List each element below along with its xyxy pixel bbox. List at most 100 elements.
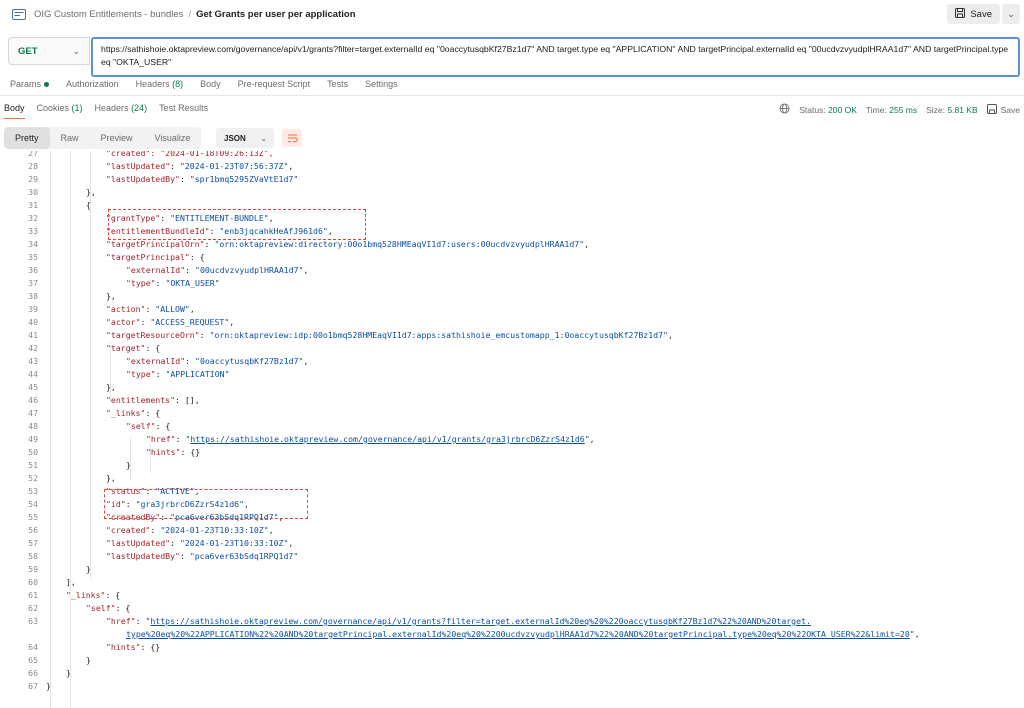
code-text: } xyxy=(46,680,51,693)
code-token: "externalId" xyxy=(126,356,186,366)
line-number: 47 xyxy=(28,408,38,418)
response-tab-headers[interactable]: Headers (24) xyxy=(95,103,148,113)
code-token: "APPLICATION" xyxy=(165,369,230,379)
code-text: } xyxy=(66,667,71,680)
tab-tests[interactable]: Tests xyxy=(327,79,348,93)
code-token: : { xyxy=(145,343,161,353)
code-link[interactable]: https://sathishoie.oktapreview.com/gover… xyxy=(190,434,584,444)
code-token: : { xyxy=(189,252,205,262)
code-token: : xyxy=(179,551,190,561)
code-line: 45}, xyxy=(0,381,1024,394)
save-options-chevron-icon[interactable]: ⌄ xyxy=(1002,4,1020,24)
code-line: 42 "target": { xyxy=(0,342,1024,355)
time-value[interactable]: 255 ms xyxy=(889,105,917,115)
tab-count: (8) xyxy=(169,79,184,89)
code-token: "type" xyxy=(126,278,156,288)
url-input[interactable]: https://sathishoie.oktapreview.com/gover… xyxy=(91,37,1020,77)
code-text: "action": "ALLOW", xyxy=(106,303,195,316)
code-token: "created" xyxy=(106,525,151,535)
code-token: : xyxy=(135,616,146,626)
code-token: : xyxy=(140,317,151,327)
line-number: 49 xyxy=(28,434,38,444)
code-token: , xyxy=(229,317,235,327)
tab-headers[interactable]: Headers (8) xyxy=(136,79,184,93)
size-label: Size: xyxy=(926,104,945,115)
params-indicator-dot xyxy=(44,82,50,88)
request-title[interactable]: Get Grants per user per application xyxy=(196,9,355,20)
code-token: "2024-01-23T10:33:10Z" xyxy=(179,538,289,548)
response-tab-test-results[interactable]: Test Results xyxy=(159,103,208,113)
save-response-button[interactable]: Save xyxy=(986,103,1020,116)
status-value[interactable]: 200 OK xyxy=(828,105,857,115)
code-token: "lastUpdatedBy" xyxy=(106,174,180,184)
wrap-lines-icon[interactable] xyxy=(282,129,302,147)
response-body[interactable]: 67} 66} 65} 64 "hints": {} type%20eq%20%22APP… xyxy=(0,151,1024,708)
code-token: "lastUpdated" xyxy=(106,161,171,171)
code-line: 49 "href": "https://sathishoie.oktaprevie… xyxy=(0,433,1024,446)
line-number: 44 xyxy=(28,369,38,379)
tab-params[interactable]: Params xyxy=(10,79,50,93)
code-text: "actor": "ACCESS_REQUEST", xyxy=(106,316,234,329)
code-line: 27 "created": "2024-01-18T09:26:13Z", xyxy=(0,151,1024,160)
code-line: 30}, xyxy=(0,186,1024,199)
method-select[interactable]: GET ⌄ xyxy=(8,37,90,65)
code-token: : xyxy=(185,265,196,275)
code-link[interactable]: https://sathishoie.oktapreview.com/gover… xyxy=(150,616,811,626)
tab-settings[interactable]: Settings xyxy=(365,79,398,93)
tab-pre-request-script[interactable]: Pre-request Script xyxy=(238,79,311,93)
line-number: 52 xyxy=(28,473,38,483)
tab-authorization[interactable]: Authorization xyxy=(66,79,119,93)
line-number: 38 xyxy=(28,291,38,301)
code-token: } xyxy=(86,655,91,665)
code-token: "targetPrincipal" xyxy=(106,252,190,262)
time-label: Time: xyxy=(865,104,887,115)
line-number: 34 xyxy=(28,239,38,249)
code-token: ], xyxy=(66,577,76,587)
code-text: "externalId": "00ucdvzvyudplHRAA1d7", xyxy=(126,264,308,277)
request-tabs: Params Authorization Headers (8) Body Pre-re… xyxy=(10,79,398,93)
code-line: 62 "self": { xyxy=(0,602,1024,615)
tab-label: Settings xyxy=(365,79,398,89)
view-mode-raw[interactable]: Raw xyxy=(50,127,90,149)
size-value[interactable]: 5.81 KB xyxy=(947,105,977,115)
code-token: , xyxy=(667,330,673,340)
view-mode-pretty[interactable]: Pretty xyxy=(4,127,50,149)
code-line: 48 "self": { xyxy=(0,420,1024,433)
code-token: "orn:oktapreview:idp:00o1bmq528HMEaqVI1d… xyxy=(209,330,668,340)
code-token: : [], xyxy=(175,395,200,405)
tab-label: Tests xyxy=(327,79,349,89)
code-token: "externalId" xyxy=(126,265,186,275)
code-text: "lastUpdated": "2024-01-23T07:56:37Z", xyxy=(106,160,293,173)
tab-label: Headers xyxy=(94,103,129,113)
code-token: "pca6ver63bSdq1RPQ1d7" xyxy=(189,551,299,561)
code-token: "href" xyxy=(146,434,176,444)
code-text: "self": { xyxy=(86,602,130,615)
code-link[interactable]: type%20eq%20%22APPLICATION%22%20AND%20ta… xyxy=(126,629,910,639)
tab-label: Headers xyxy=(135,79,170,89)
chevron-down-icon: ⌄ xyxy=(260,133,267,143)
response-tab-body[interactable]: Body xyxy=(4,103,25,119)
code-token: "entitlements" xyxy=(106,395,176,405)
code-text: "lastUpdatedBy": "spr1bmq5295ZVaVtE1d7" xyxy=(106,173,298,186)
code-token: } xyxy=(86,564,91,574)
save-icon xyxy=(986,103,997,116)
line-number: 48 xyxy=(28,421,38,431)
line-number: 63 xyxy=(28,616,38,626)
save-button[interactable]: Save xyxy=(947,4,1000,24)
code-token: : { xyxy=(115,603,131,613)
format-select[interactable]: JSON ⌄ xyxy=(216,128,274,148)
tab-body[interactable]: Body xyxy=(200,79,221,93)
code-token: "lastUpdatedBy" xyxy=(106,551,180,561)
code-text: "entitlements": [], xyxy=(106,394,200,407)
view-mode-visualize[interactable]: Visualize xyxy=(144,127,202,149)
globe-icon[interactable] xyxy=(779,103,790,116)
code-token: "hints" xyxy=(106,642,141,652)
breadcrumb-collection[interactable]: OIG Custom Entitlements - bundles xyxy=(34,9,183,20)
response-tab-cookies[interactable]: Cookies (1) xyxy=(37,103,83,113)
code-line: 63 "href": "https://sathishoie.oktaprevie… xyxy=(0,615,1024,628)
code-line: 60], xyxy=(0,576,1024,589)
code-line: 50 "hints": {} xyxy=(0,446,1024,459)
code-line: 37 "type": "OKTA_USER" xyxy=(0,277,1024,290)
view-mode-preview[interactable]: Preview xyxy=(90,127,144,149)
code-text: "hints": {} xyxy=(106,641,160,654)
